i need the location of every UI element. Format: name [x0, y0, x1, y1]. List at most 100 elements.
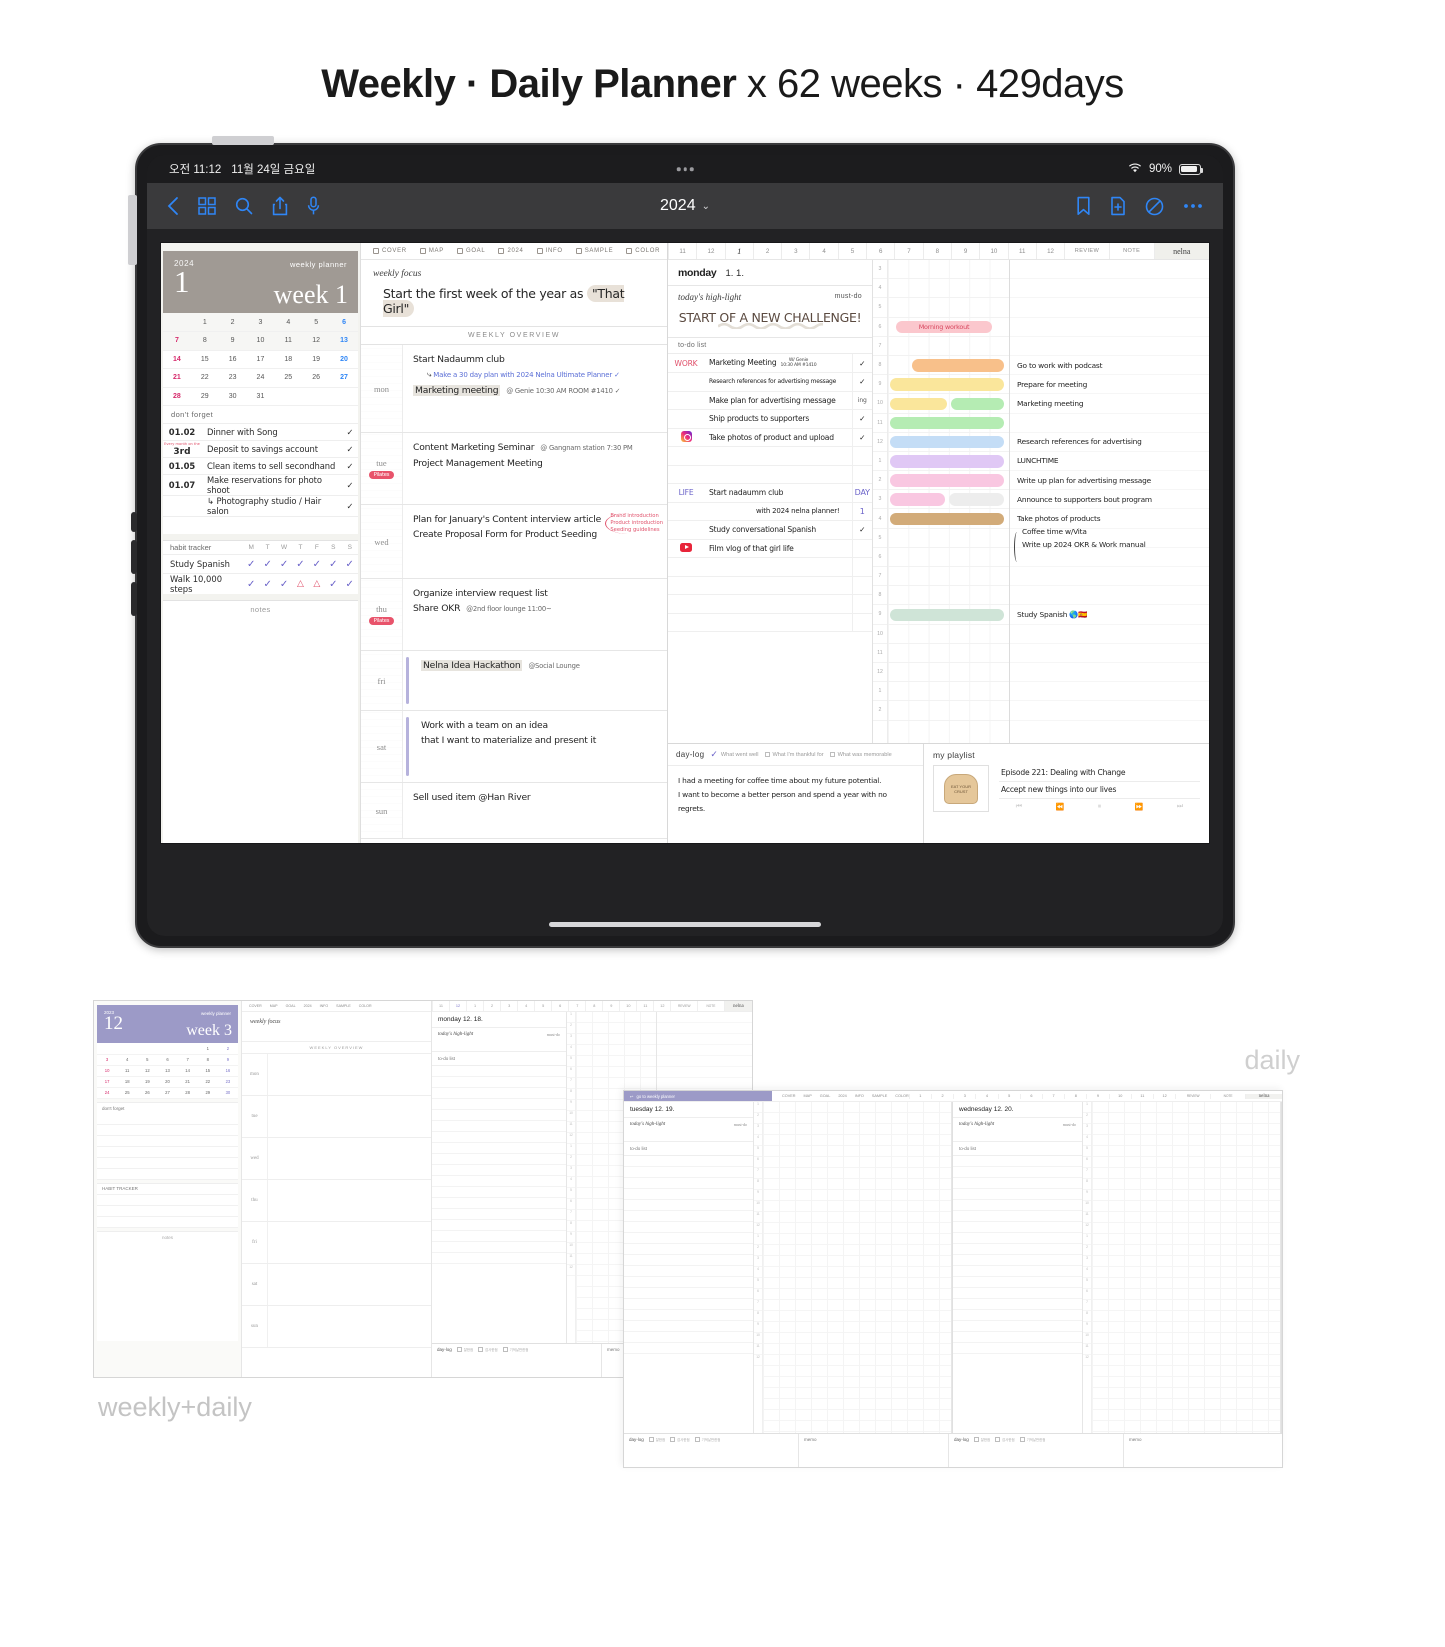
timeline-row[interactable] [888, 452, 1009, 472]
timeline-block[interactable] [949, 493, 1004, 506]
timeline-event-column[interactable]: Go to work with podcast Prepare for meeti… [1010, 260, 1209, 743]
todo-check[interactable] [851, 594, 872, 614]
calendar-day[interactable]: 25 [274, 368, 303, 388]
tab-review[interactable]: REVIEW [1064, 243, 1109, 259]
timeline-block[interactable] [912, 359, 1004, 372]
playlist-panel[interactable]: my playlist EAT YOUR CRUST Episode 221: … [924, 744, 1209, 843]
timeline-row[interactable] [888, 625, 1009, 644]
calendar-day[interactable]: 18 [274, 350, 303, 369]
timeline-block[interactable] [951, 397, 1004, 410]
calendar-day[interactable]: 11 [274, 331, 303, 351]
timeline-event-row[interactable] [1010, 414, 1209, 433]
section-tab-info[interactable]: INFO [536, 248, 563, 254]
timeline-row[interactable] [888, 605, 1009, 625]
calendar-day[interactable]: 26 [302, 368, 331, 388]
timeline-event-row[interactable] [1010, 644, 1209, 663]
todo-row[interactable]: Film vlog of that girl life [668, 539, 872, 558]
todo-check[interactable] [851, 557, 872, 577]
overview-row-tue[interactable]: tue Pilates Content Marketing Seminar @ Gan… [361, 433, 667, 505]
timeline-row[interactable] [888, 260, 1009, 280]
timeline-event-row[interactable] [1010, 318, 1209, 337]
todo-row[interactable] [668, 576, 872, 595]
overview-row-sat[interactable]: sat Work with a team on an idea that I wan… [361, 711, 667, 783]
document-viewport[interactable]: 2024 1 weekly planner week 1 1 2 3 4 5 6 7 8 9 10… [147, 229, 1223, 936]
document-title-button[interactable]: 2024 ⌄ [660, 197, 710, 215]
calendar-day[interactable]: 24 [246, 368, 275, 388]
timeline-row[interactable] [888, 701, 1009, 721]
habit-row[interactable]: Walk 10,000 steps ✓ ✓ ✓ △ △ ✓ ✓ [163, 573, 358, 594]
timeline-event-row[interactable] [1010, 586, 1209, 606]
todo-row[interactable]: Take photos of product and upload ✓ [668, 428, 872, 447]
timeline-row[interactable] [888, 682, 1009, 702]
habit-mark[interactable]: ✓ [243, 554, 260, 574]
playlist-controls[interactable]: ⏮ ⏪ ⏸ ⏩ ⏭ [999, 799, 1200, 811]
month-tab-12[interactable]: 12 [1035, 243, 1064, 259]
dont-forget-row[interactable]: Every month on the 3rd Deposit to savings … [163, 440, 358, 458]
timeline-event-row[interactable] [1010, 279, 1209, 299]
todo-row[interactable] [668, 594, 872, 614]
calendar-day[interactable]: 3 [246, 313, 275, 332]
todo-row[interactable]: WORK Marketing Meeting W/ Genie 10:30 AM #1… [668, 354, 872, 373]
month-tab-3[interactable]: 3 [781, 243, 809, 259]
month-tab-11[interactable]: 11 [668, 243, 696, 259]
timeline-event-row[interactable] [1010, 337, 1209, 356]
weekly-focus-box[interactable]: weekly focus Start the first week of the… [361, 260, 667, 327]
dont-forget-row[interactable]: ↳ Photography studio / Hair salon ✓ [163, 495, 358, 517]
timeline-block[interactable] [890, 512, 1004, 526]
todo-check[interactable]: ✓ [851, 428, 872, 447]
day-log-option-0[interactable]: ✓ What went well [710, 749, 758, 760]
timeline-row[interactable]: Morning workout [888, 318, 1009, 337]
todo-check[interactable]: ✓ [851, 354, 872, 373]
calendar-day[interactable]: 27 [330, 368, 358, 388]
overview-row-mon[interactable]: mon Start Nadaumm club ⤷ Make a 30 day plan… [361, 345, 667, 433]
todo-list-table[interactable]: WORK Marketing Meeting W/ Genie 10:30 AM #1… [668, 354, 872, 632]
playlist-line[interactable]: Accept new things into our lives [999, 782, 1200, 799]
calendar-day[interactable]: 13 [330, 331, 358, 351]
todo-check[interactable] [851, 576, 872, 595]
timeline-block[interactable] [890, 608, 1004, 622]
calendar-day[interactable]: 5 [302, 313, 331, 332]
calendar-day[interactable]: 2 [218, 313, 247, 332]
volume-up-button[interactable] [131, 512, 137, 532]
grid-icon[interactable] [198, 197, 216, 215]
calendar-day[interactable]: 21 [163, 368, 191, 388]
dont-forget-row[interactable] [163, 516, 358, 534]
todo-row[interactable]: with 2024 nelna planner! 1 [668, 502, 872, 521]
month-tab-11[interactable]: 11 [1007, 243, 1036, 259]
month-tab-12[interactable]: 12 [696, 243, 724, 259]
timeline-event-row[interactable]: Marketing meeting [1010, 394, 1209, 414]
overview-content[interactable]: Start Nadaumm club ⤷ Make a 30 day plan wi… [403, 345, 667, 432]
timeline-row[interactable] [888, 279, 1009, 299]
home-indicator[interactable] [549, 922, 821, 927]
bookmark-icon[interactable] [1076, 196, 1091, 216]
timeline-block[interactable] [890, 378, 1004, 391]
calendar-day[interactable]: 20 [330, 350, 358, 369]
todo-row[interactable] [668, 557, 872, 577]
dont-forget-row[interactable]: 01.05 Clean items to sell secondhand ✓ [163, 457, 358, 475]
dont-forget-table[interactable]: 01.02 Dinner with Song ✓ Every month on the… [163, 423, 358, 534]
multitask-handle[interactable] [676, 167, 694, 171]
habit-mark[interactable]: ✓ [275, 554, 293, 574]
todo-row[interactable]: LIFE Start nadaumm club DAY [668, 483, 872, 503]
todo-check[interactable]: ✓ [851, 372, 872, 392]
timeline-row[interactable] [888, 298, 1009, 318]
dont-forget-row[interactable]: 01.07 Make reservations for photo shoot ✓ [163, 474, 358, 496]
timeline-event-row[interactable]: Study Spanish 🌎🇪🇸 [1010, 605, 1209, 625]
overview-row-fri[interactable]: fri Nelna Idea Hackathon @Social Lounge [361, 651, 667, 711]
todo-row[interactable] [668, 465, 872, 484]
habit-mark[interactable]: ✓ [308, 554, 326, 574]
volume-down-button[interactable] [131, 540, 137, 574]
timeline-row[interactable] [888, 471, 1009, 491]
calendar-day[interactable]: 31 [246, 387, 275, 406]
todo-row[interactable] [668, 613, 872, 632]
todo-row[interactable]: Make plan for advertising message ing [668, 391, 872, 410]
search-icon[interactable] [235, 197, 253, 215]
calendar-day[interactable]: 4 [274, 313, 303, 332]
timeline-row[interactable] [888, 567, 1009, 587]
highlight-box[interactable]: today's high-light must-do START OF A NE… [668, 286, 872, 338]
habit-mark[interactable]: ✓ [325, 573, 342, 594]
thumbnail-daily[interactable]: ↩ go to weekly planner COVER MAP GOAL 2024 I… [623, 1090, 1283, 1468]
overview-content[interactable]: Plan for January's Content interview art… [403, 505, 667, 578]
timeline-block[interactable] [890, 474, 1004, 487]
timeline-row[interactable] [888, 644, 1009, 663]
